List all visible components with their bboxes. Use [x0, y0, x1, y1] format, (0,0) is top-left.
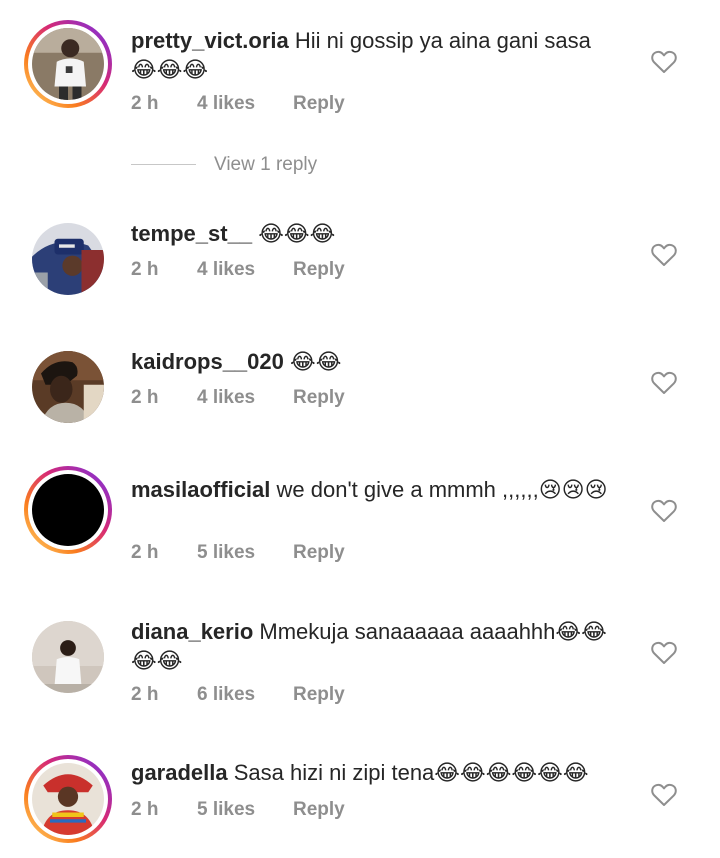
username-link[interactable]: garadella: [131, 760, 228, 785]
heart-outline-icon[interactable]: [651, 371, 677, 395]
avatar[interactable]: [24, 20, 112, 108]
comment-text: kaidrops__020 😂😂: [131, 347, 611, 376]
reply-button[interactable]: Reply: [293, 542, 345, 564]
avatar[interactable]: [32, 351, 104, 423]
comment-text: diana_kerio Mmekuja sanaaaaaa aaaahhh😂😂😂…: [131, 617, 611, 675]
comment-body: 😂😂😂: [258, 221, 336, 246]
reply-button[interactable]: Reply: [293, 93, 345, 115]
comment-item: diana_kerio Mmekuja sanaaaaaa aaaahhh😂😂😂…: [0, 600, 720, 730]
avatar[interactable]: [32, 223, 104, 295]
comment-time: 2 h: [131, 799, 159, 820]
comment-time: 2 h: [131, 387, 159, 408]
comment-time: 2 h: [131, 542, 159, 563]
heart-outline-icon[interactable]: [651, 641, 677, 665]
comment-text: masilaofficial we don't give a mmmh ,,,,…: [131, 475, 611, 504]
comment-body: 😂😂: [290, 349, 342, 374]
comment-item: masilaofficial we don't give a mmmh ,,,,…: [0, 460, 720, 590]
avatar-photo: [32, 351, 104, 423]
comment-text: tempe_st__ 😂😂😂: [131, 219, 611, 248]
avatar-photo: [32, 28, 104, 100]
reply-button[interactable]: Reply: [293, 259, 345, 281]
username-link[interactable]: diana_kerio: [131, 619, 253, 644]
avatar-photo: [32, 763, 104, 835]
comment-text: pretty_vict.oria Hii ni gossip ya aina g…: [131, 26, 611, 84]
comment-body: we don't give a mmmh ,,,,,,😢😢😢: [276, 477, 608, 502]
comment-time: 2 h: [131, 684, 159, 705]
comment-text: garadella Sasa hizi ni zipi tena😂😂😂😂😂😂: [131, 758, 611, 787]
like-count[interactable]: 4 likes: [197, 93, 255, 115]
avatar[interactable]: [32, 621, 104, 693]
comment-item: garadella Sasa hizi ni zipi tena😂😂😂😂😂😂 2…: [0, 740, 720, 858]
like-count[interactable]: 5 likes: [197, 542, 255, 564]
like-count[interactable]: 4 likes: [197, 259, 255, 281]
heart-outline-icon[interactable]: [651, 499, 677, 523]
username-link[interactable]: tempe_st__: [131, 221, 252, 246]
username-link[interactable]: kaidrops__020: [131, 349, 284, 374]
avatar-photo: [32, 223, 104, 295]
username-link[interactable]: masilaofficial: [131, 477, 270, 502]
reply-button[interactable]: Reply: [293, 684, 345, 706]
replies-divider: [131, 164, 196, 165]
reply-button[interactable]: Reply: [293, 799, 345, 821]
heart-outline-icon[interactable]: [651, 243, 677, 267]
comment-body: Sasa hizi ni zipi tena😂😂😂😂😂😂: [233, 760, 589, 785]
username-link[interactable]: pretty_vict.oria: [131, 28, 289, 53]
avatar[interactable]: [24, 466, 112, 554]
comment-time: 2 h: [131, 259, 159, 280]
heart-outline-icon[interactable]: [651, 50, 677, 74]
avatar-photo: [32, 621, 104, 693]
comment-item: kaidrops__020 😂😂 2 h 4 likes Reply: [0, 330, 720, 440]
heart-outline-icon[interactable]: [651, 783, 677, 807]
avatar[interactable]: [24, 755, 112, 843]
avatar-photo: [32, 474, 104, 546]
view-replies-label[interactable]: View 1 reply: [214, 154, 317, 176]
reply-button[interactable]: Reply: [293, 387, 345, 409]
comment-time: 2 h: [131, 93, 159, 114]
like-count[interactable]: 4 likes: [197, 387, 255, 409]
like-count[interactable]: 6 likes: [197, 684, 255, 706]
comment-item: pretty_vict.oria Hii ni gossip ya aina g…: [0, 0, 720, 150]
comment-item: tempe_st__ 😂😂😂 2 h 4 likes Reply: [0, 200, 720, 310]
like-count[interactable]: 5 likes: [197, 799, 255, 821]
